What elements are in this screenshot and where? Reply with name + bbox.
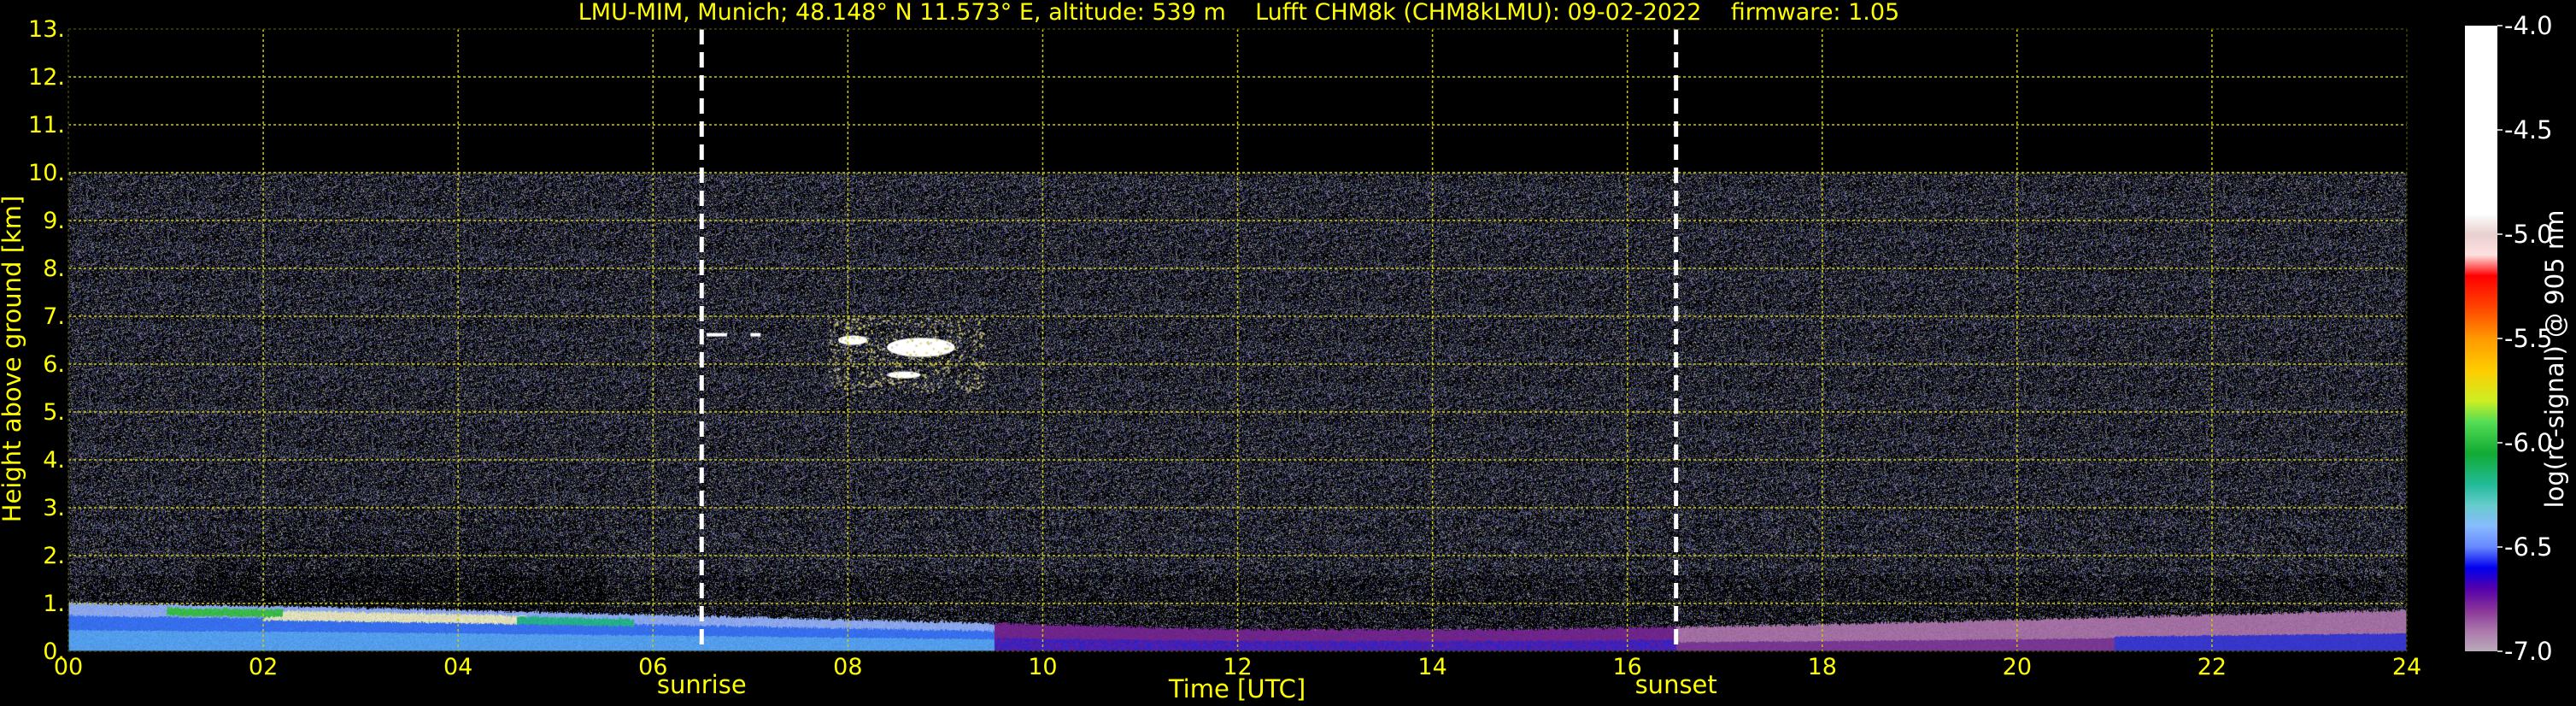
chart-title: LMU-MIM, Munich; 48.148° N 11.573° E, al… — [578, 0, 1899, 26]
y-axis-label: Height above ground [km] — [0, 196, 26, 523]
ceilometer-chart: LMU-MIM, Munich; 48.148° N 11.573° E, al… — [0, 0, 2576, 706]
colorbar-tick-label: -7.0 — [2504, 637, 2553, 666]
x-tick-label: 22 — [2198, 654, 2227, 680]
x-tick-label: 24 — [2392, 654, 2421, 680]
y-tick-label: 9. — [43, 208, 65, 234]
y-tick-label: 7. — [43, 303, 65, 330]
x-tick-label: 14 — [1417, 654, 1446, 680]
colorbar-tick-label: -4.5 — [2504, 115, 2553, 144]
y-tick-label: 6. — [43, 351, 65, 378]
colorbar-tick-label: -4.0 — [2504, 11, 2553, 40]
y-tick-label: 10. — [28, 160, 65, 186]
colorbar-bar — [2465, 26, 2497, 651]
y-tick-label: 3. — [43, 495, 65, 521]
x-tick-label: 04 — [443, 654, 472, 680]
marker-label-sunset: sunset — [1635, 670, 1717, 699]
x-tick-label: 08 — [833, 654, 862, 680]
x-tick-label: 10 — [1028, 654, 1057, 680]
colorbar-tick-label: -6.5 — [2504, 532, 2553, 562]
colorbar-label: log(rc-signal) @ 905 nm — [2540, 210, 2569, 509]
y-tick-label: 12. — [28, 64, 65, 91]
plot-area — [67, 28, 2408, 652]
x-tick-label: 02 — [249, 654, 278, 680]
y-tick-label: 2. — [43, 543, 65, 569]
y-tick-label: 13. — [28, 16, 65, 43]
x-axis-label: Time [UTC] — [1168, 674, 1306, 703]
y-tick-label: 8. — [43, 256, 65, 282]
y-tick-label: 5. — [43, 399, 65, 426]
marker-label-sunrise: sunrise — [657, 670, 747, 699]
y-tick-label: 11. — [28, 112, 65, 138]
y-tick-label: 0. — [43, 638, 65, 665]
colorbar — [2465, 26, 2497, 651]
x-tick-label: 20 — [2003, 654, 2032, 680]
x-tick-label: 18 — [1808, 654, 1837, 680]
y-tick-label: 4. — [43, 447, 65, 474]
y-tick-label: 1. — [43, 591, 65, 617]
